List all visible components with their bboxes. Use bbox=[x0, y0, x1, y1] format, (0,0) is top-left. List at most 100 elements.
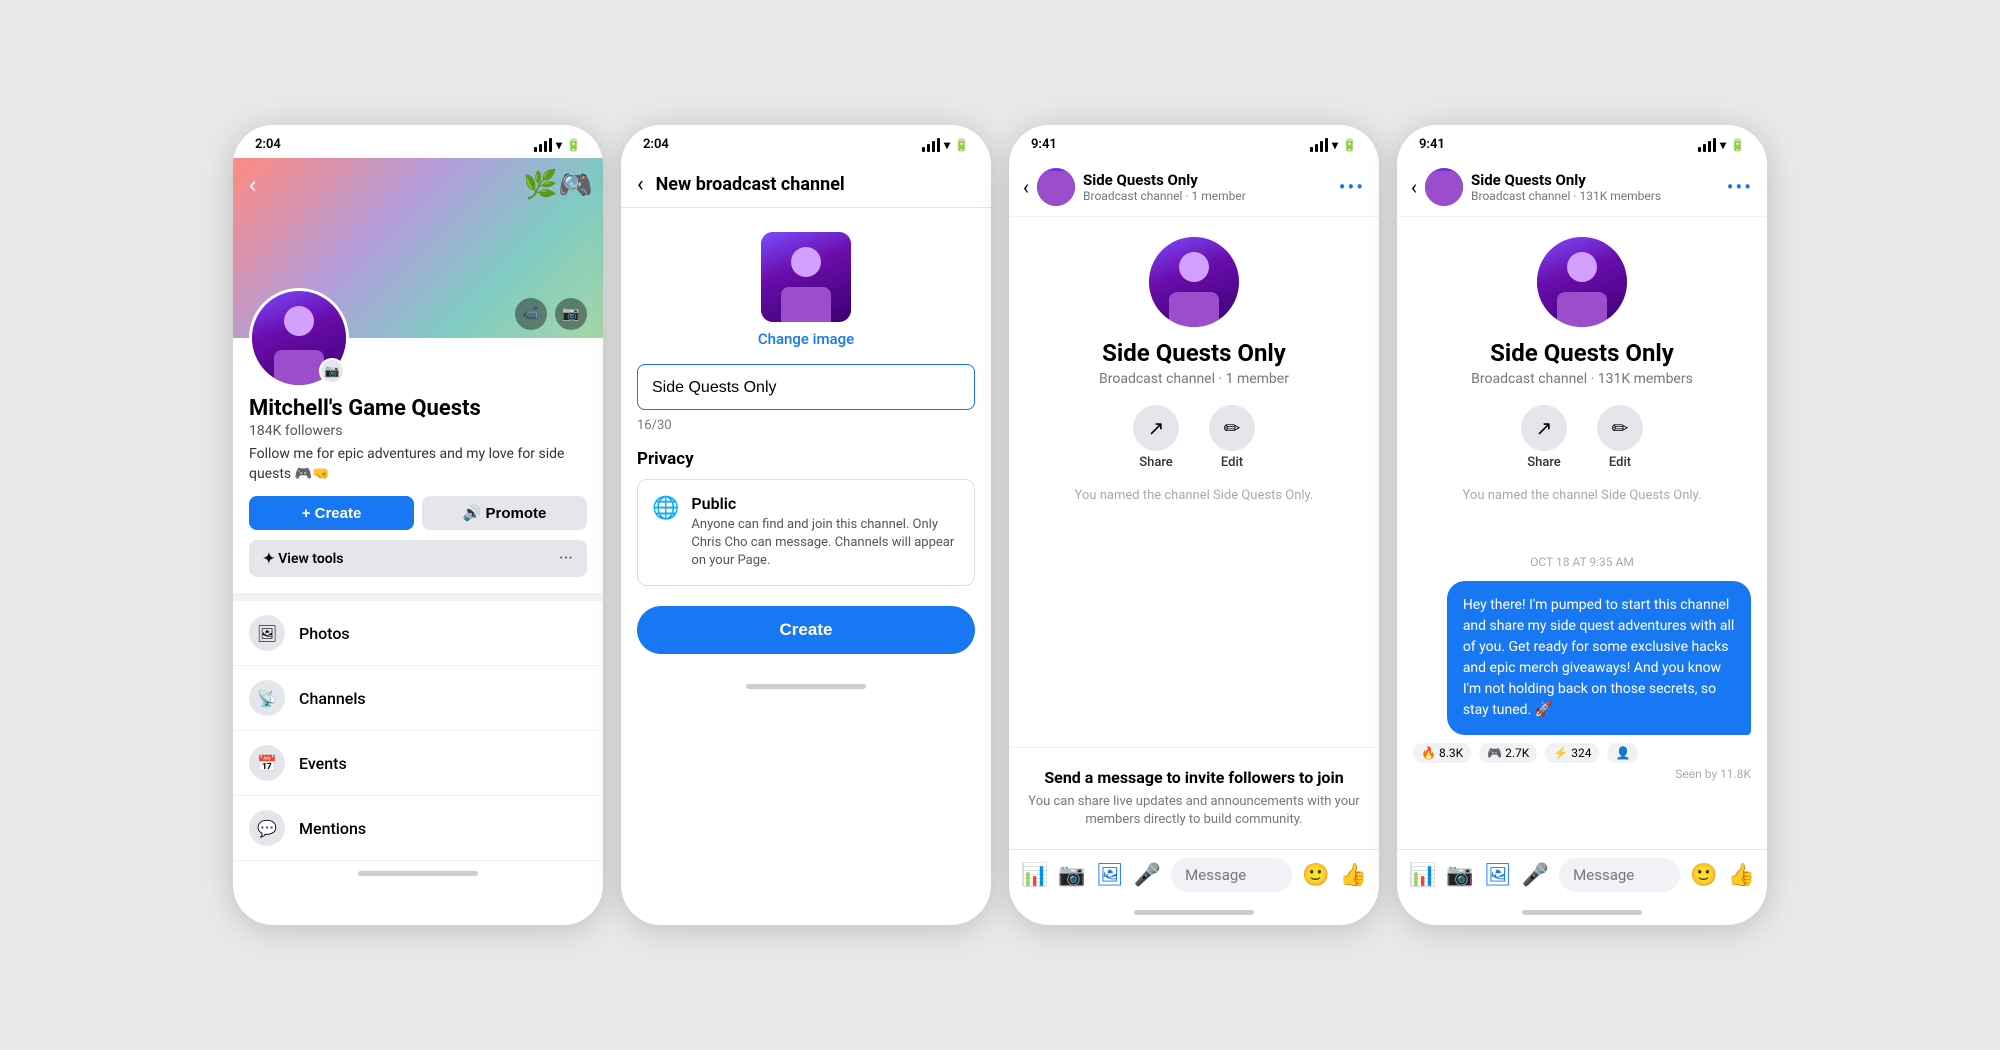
profile-bio: Follow me for epic adventures and my lov… bbox=[249, 445, 587, 484]
seen-label-4: Seen by 11.8K bbox=[1413, 767, 1751, 781]
back-button-4[interactable]: ‹ bbox=[1411, 175, 1417, 199]
edit-action-3[interactable]: ✏ Edit bbox=[1209, 405, 1255, 470]
status-icons-2: ▾ 🔋 bbox=[922, 138, 969, 152]
image-bar-icon-4[interactable]: 🖼 bbox=[1484, 863, 1512, 888]
camera-bar-icon-4[interactable]: 📷 bbox=[1446, 863, 1473, 888]
edit-label-4: Edit bbox=[1609, 455, 1631, 470]
privacy-details: Public Anyone can find and join this cha… bbox=[691, 494, 960, 571]
message-placeholder-3: Message bbox=[1185, 866, 1246, 884]
share-circle-4: ↗ bbox=[1521, 405, 1567, 451]
bar-chart-icon-4[interactable]: 📊 bbox=[1409, 863, 1436, 888]
channel-small-avatar-3 bbox=[1037, 168, 1075, 206]
menu-item-events[interactable]: 📅 Events bbox=[233, 731, 603, 796]
share-label-3: Share bbox=[1139, 455, 1173, 470]
time-4: 9:41 bbox=[1419, 137, 1445, 152]
mic-bar-icon-3[interactable]: 🎤 bbox=[1134, 863, 1161, 888]
edit-label-3: Edit bbox=[1221, 455, 1243, 470]
status-icons-4: ▾ 🔋 bbox=[1698, 138, 1745, 152]
share-action-3[interactable]: ↗ Share bbox=[1133, 405, 1179, 470]
bottom-bar-4: 📊 📷 🖼 🎤 Message 🙂 👍 bbox=[1397, 849, 1767, 900]
channel-top-info-4: Side Quests Only Broadcast channel · 131… bbox=[1471, 171, 1719, 203]
emoji-bar-icon-3[interactable]: 🙂 bbox=[1302, 863, 1329, 888]
mic-bar-icon-4[interactable]: 🎤 bbox=[1522, 863, 1549, 888]
channel-sub-3: Broadcast channel · 1 member bbox=[1083, 189, 1331, 203]
menu-item-channels[interactable]: 📡 Channels bbox=[233, 666, 603, 731]
video-action-btn[interactable]: 📹 bbox=[515, 298, 547, 330]
profile-followers: 184K followers bbox=[249, 423, 587, 439]
reaction-game[interactable]: 🎮 2.7K bbox=[1479, 743, 1537, 763]
create-channel-button[interactable]: Create bbox=[637, 606, 975, 654]
time-2: 2:04 bbox=[643, 137, 669, 152]
channels-icon: 📡 bbox=[249, 680, 285, 716]
bar-chart-icon-3[interactable]: 📊 bbox=[1021, 863, 1048, 888]
menu-item-mentions[interactable]: 💬 Mentions bbox=[233, 796, 603, 861]
channel-name-input[interactable] bbox=[652, 379, 960, 397]
reaction-fire[interactable]: 🔥 8.3K bbox=[1413, 743, 1471, 763]
invite-title-3: Send a message to invite followers to jo… bbox=[1025, 768, 1363, 787]
profile-name: Mitchell's Game Quests bbox=[249, 396, 587, 421]
privacy-card[interactable]: 🌐 Public Anyone can find and join this c… bbox=[637, 479, 975, 586]
bottom-bar-3: 📊 📷 🖼 🎤 Message 🙂 👍 bbox=[1009, 849, 1379, 900]
channel-name-large-4: Side Quests Only bbox=[1490, 339, 1674, 367]
reactions-row-4: 🔥 8.3K 🎮 2.7K ⚡ 324 👤 bbox=[1413, 743, 1751, 763]
photos-label: Photos bbox=[299, 624, 350, 643]
channel-name-4: Side Quests Only bbox=[1471, 171, 1719, 189]
privacy-desc: Anyone can find and join this channel. O… bbox=[691, 516, 960, 571]
channel-body-4: Side Quests Only Broadcast channel · 131… bbox=[1397, 217, 1767, 539]
three-dots-4[interactable]: ••• bbox=[1727, 175, 1753, 199]
action-icons-row-4: ↗ Share ✏ Edit bbox=[1521, 405, 1643, 470]
avatar-wrapper: 📷 bbox=[249, 288, 349, 388]
change-image-link[interactable]: Change image bbox=[758, 330, 854, 348]
more-dots[interactable]: ··· bbox=[559, 548, 573, 569]
search-button-1[interactable]: 🔍 bbox=[562, 173, 587, 198]
signal-icon-4 bbox=[1698, 138, 1716, 152]
camera-bar-icon-3[interactable]: 📷 bbox=[1058, 863, 1085, 888]
time-3: 9:41 bbox=[1031, 137, 1057, 152]
menu-list: 🖼 Photos 📡 Channels 📅 Events 💬 Mentions bbox=[233, 593, 603, 861]
back-button-3[interactable]: ‹ bbox=[1023, 175, 1029, 199]
status-bar-1: 2:04 ▾ 🔋 bbox=[233, 125, 603, 158]
like-bar-icon-4[interactable]: 👍 bbox=[1728, 863, 1755, 888]
back-button-2[interactable]: ‹ bbox=[637, 172, 644, 197]
channel-body-3: Side Quests Only Broadcast channel · 1 m… bbox=[1009, 217, 1379, 539]
battery-icon-1: 🔋 bbox=[566, 138, 581, 152]
battery-icon-2: 🔋 bbox=[954, 138, 969, 152]
signal-icon-2 bbox=[922, 138, 940, 152]
channel-avatar-image bbox=[761, 232, 851, 322]
date-label-4: OCT 18 AT 9:35 AM bbox=[1413, 555, 1751, 569]
three-dots-3[interactable]: ••• bbox=[1339, 175, 1365, 199]
promote-button[interactable]: 🔊 Promote bbox=[422, 496, 587, 530]
like-bar-icon-3[interactable]: 👍 bbox=[1340, 863, 1367, 888]
message-input-3[interactable]: Message bbox=[1171, 858, 1292, 892]
edit-circle-4: ✏ bbox=[1597, 405, 1643, 451]
create-button[interactable]: + Create bbox=[249, 496, 414, 530]
menu-item-photos[interactable]: 🖼 Photos bbox=[233, 601, 603, 666]
status-icons-1: ▾ 🔋 bbox=[534, 138, 581, 152]
reaction-lightning[interactable]: ⚡ 324 bbox=[1545, 743, 1599, 763]
reaction-lightning-count: 324 bbox=[1571, 746, 1591, 760]
view-tools-bar[interactable]: ✦ View tools ··· bbox=[249, 540, 587, 577]
reaction-fire-count: 8.3K bbox=[1439, 746, 1463, 760]
profile-actions: + Create 🔊 Promote bbox=[249, 496, 587, 530]
name-input-wrapper[interactable] bbox=[637, 364, 975, 410]
camera-action-btn[interactable]: 📷 bbox=[555, 298, 587, 330]
back-button-1[interactable]: ‹ bbox=[249, 172, 256, 198]
public-icon: 🌐 bbox=[652, 496, 679, 521]
wifi-icon-1: ▾ bbox=[556, 138, 562, 152]
channel-top-bar-4: ‹ Side Quests Only Broadcast channel · 1… bbox=[1397, 158, 1767, 217]
edit-action-4[interactable]: ✏ Edit bbox=[1597, 405, 1643, 470]
share-action-4[interactable]: ↗ Share bbox=[1521, 405, 1567, 470]
battery-icon-4: 🔋 bbox=[1730, 138, 1745, 152]
reaction-person[interactable]: 👤 bbox=[1607, 743, 1638, 763]
image-bar-icon-3[interactable]: 🖼 bbox=[1096, 863, 1124, 888]
share-label-4: Share bbox=[1527, 455, 1561, 470]
battery-icon-3: 🔋 bbox=[1342, 138, 1357, 152]
profile-section: 📷 📹 📷 Mitchell's Game Quests 184K follow… bbox=[233, 338, 603, 593]
invite-section-3: Send a message to invite followers to jo… bbox=[1009, 747, 1379, 849]
camera-badge[interactable]: 📷 bbox=[319, 358, 345, 384]
privacy-title: Public bbox=[691, 494, 960, 513]
privacy-label: Privacy bbox=[637, 449, 975, 469]
char-count: 16/30 bbox=[637, 418, 975, 433]
emoji-bar-icon-4[interactable]: 🙂 bbox=[1690, 863, 1717, 888]
message-input-4[interactable]: Message bbox=[1559, 858, 1680, 892]
